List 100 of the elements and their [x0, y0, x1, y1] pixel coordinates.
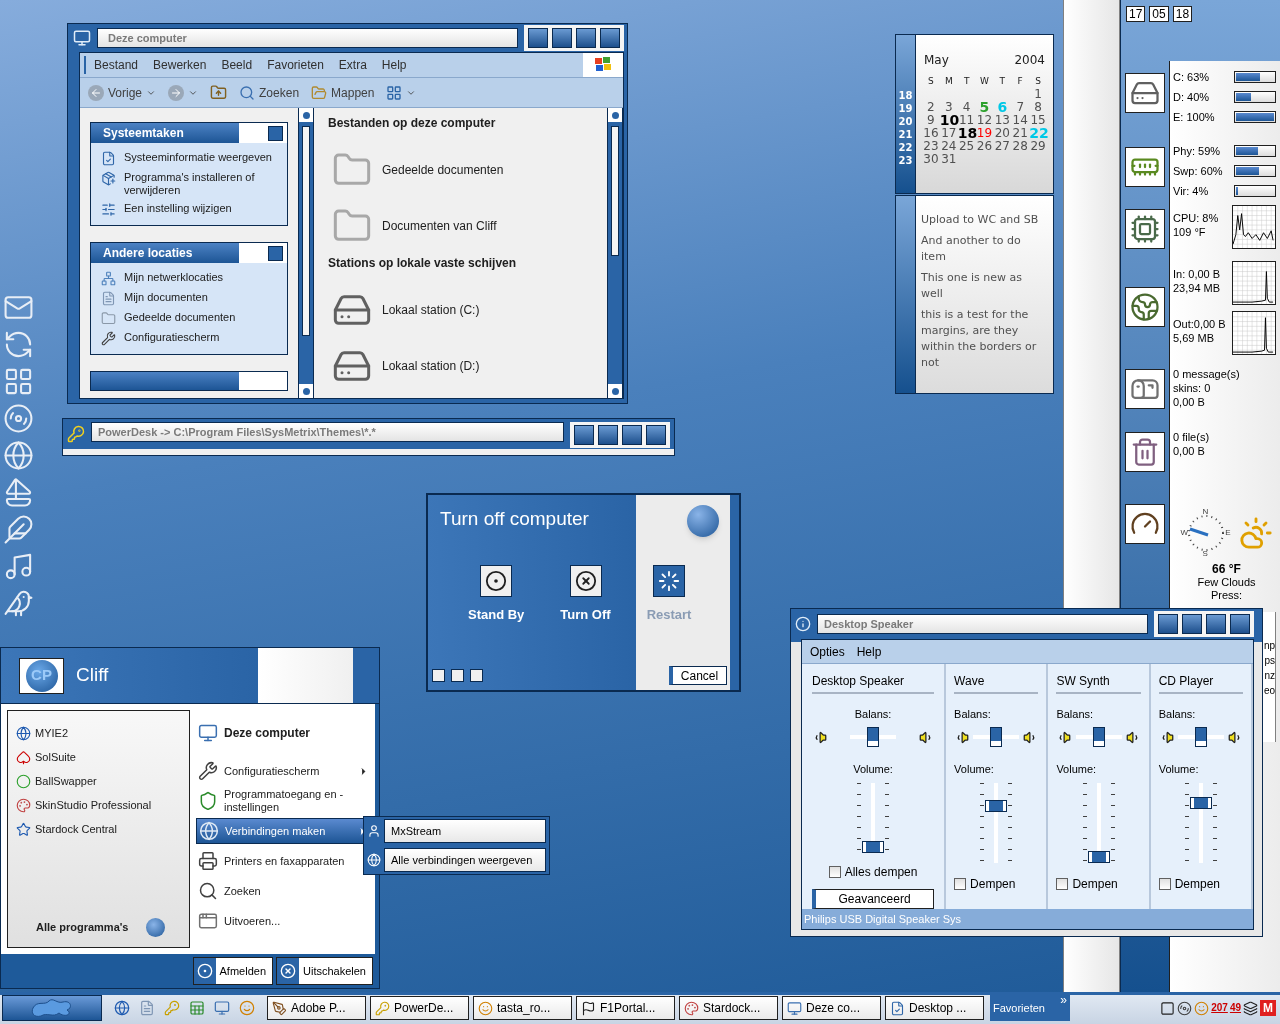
window-button[interactable]: [1158, 614, 1178, 634]
window-button[interactable]: [574, 425, 594, 445]
calendar-day[interactable]: 14: [1011, 114, 1030, 127]
feather-icon[interactable]: [3, 514, 34, 545]
globe-icon[interactable]: [114, 1000, 130, 1016]
calendar-day[interactable]: 8: [1029, 101, 1047, 114]
collapse-button[interactable]: [268, 245, 283, 261]
program-item[interactable]: SolSuite: [16, 745, 181, 769]
calendar-day[interactable]: 4: [957, 101, 976, 114]
sailboat-icon[interactable]: [3, 477, 34, 508]
menu-item[interactable]: Opties: [810, 642, 845, 661]
slider-thumb[interactable]: [1092, 726, 1105, 747]
window-button[interactable]: [1182, 614, 1202, 634]
power-button[interactable]: Uitschakelen: [276, 957, 373, 985]
menu-item[interactable]: Extra: [338, 56, 367, 74]
menu-item[interactable]: Beeld: [221, 56, 253, 74]
menu-item[interactable]: Bestand: [94, 56, 139, 74]
power-option[interactable]: Stand By: [468, 565, 525, 625]
todo-item[interactable]: This one is new as well: [921, 270, 1039, 302]
calendar-day[interactable]: 16: [922, 127, 940, 140]
calendar-day[interactable]: 17: [939, 127, 958, 140]
calendar-day[interactable]: 28: [1011, 140, 1030, 153]
tray-badge[interactable]: M: [1260, 1000, 1276, 1016]
all-programs-button[interactable]: Alle programma's: [16, 918, 181, 937]
calendar-day[interactable]: 26: [975, 140, 994, 153]
taskbar-button[interactable]: tasta_ro...: [473, 996, 572, 1020]
calendar-day[interactable]: 20: [993, 127, 1012, 140]
task-link[interactable]: Programma's installeren of verwijderen: [101, 171, 277, 197]
calendar-day[interactable]: 30: [922, 153, 940, 166]
calendar-day[interactable]: 15: [1029, 114, 1047, 127]
file-item[interactable]: Documenten van Cliff: [328, 198, 593, 254]
bird-icon[interactable]: [3, 588, 34, 619]
calendar-day[interactable]: 2: [922, 101, 940, 114]
slider-thumb[interactable]: [1087, 851, 1110, 863]
start-menu-item[interactable]: Uitvoeren...: [196, 908, 371, 934]
todo-item[interactable]: And another to do item: [921, 233, 1039, 265]
calendar-day[interactable]: 12: [975, 114, 994, 127]
program-item[interactable]: MYIE2: [16, 721, 181, 745]
task-link[interactable]: Een instelling wijzigen: [101, 202, 277, 217]
window-button[interactable]: [1230, 614, 1250, 634]
task-link[interactable]: Gedeelde documenten: [101, 311, 277, 326]
refresh-icon[interactable]: [3, 329, 34, 360]
window-button[interactable]: [600, 28, 620, 48]
calendar-day[interactable]: 24: [939, 140, 958, 153]
power-option[interactable]: Turn Off: [560, 565, 611, 625]
power-button[interactable]: Afmelden: [192, 957, 273, 985]
mute-checkbox[interactable]: Dempen: [1158, 875, 1243, 893]
collapse-button[interactable]: [268, 125, 283, 141]
file-item[interactable]: Gedeelde documenten: [328, 142, 593, 198]
calendar-day[interactable]: 31: [939, 153, 958, 166]
layers-icon[interactable]: [1243, 1000, 1258, 1016]
menu-item[interactable]: Favorieten: [267, 56, 324, 74]
task-link[interactable]: Configuratiescherm: [101, 331, 277, 346]
window-button[interactable]: [646, 425, 666, 445]
calendar-day[interactable]: 23: [922, 140, 940, 153]
advanced-button[interactable]: Geavanceerd: [812, 889, 935, 909]
start-menu-item[interactable]: Deze computer: [196, 720, 371, 746]
slider-thumb[interactable]: [990, 726, 1003, 747]
monitor-icon[interactable]: [214, 1000, 230, 1016]
start-menu-item[interactable]: Programmatoegang en -instellingen: [196, 788, 371, 814]
program-item[interactable]: BallSwapper: [16, 769, 181, 793]
taskbar-button[interactable]: Desktop ...: [885, 996, 984, 1020]
taskbar-button[interactable]: F1Portal...: [576, 996, 675, 1020]
window-button[interactable]: [552, 28, 572, 48]
calendar-day[interactable]: 18: [957, 127, 976, 140]
taskbar-button[interactable]: PowerDe...: [370, 996, 469, 1020]
toolbar-button[interactable]: [210, 84, 228, 101]
calendar-day[interactable]: 11: [957, 114, 976, 127]
slider-thumb[interactable]: [985, 800, 1008, 812]
window-button[interactable]: [622, 425, 642, 445]
task-link[interactable]: Mijn documenten: [101, 291, 277, 306]
todo-item[interactable]: this is a test for the margins, are they within the borders or not: [921, 307, 1039, 371]
mute-checkbox[interactable]: Alles dempen: [828, 863, 918, 881]
task-link[interactable]: Systeeminformatie weergeven: [101, 151, 277, 166]
slider-thumb[interactable]: [1194, 726, 1207, 747]
calendar-day[interactable]: 10: [939, 114, 958, 127]
program-item[interactable]: SkinStudio Professional: [16, 793, 181, 817]
overflow-button[interactable]: »: [1060, 995, 1067, 1005]
mute-checkbox[interactable]: Dempen: [954, 875, 1039, 893]
slider-thumb[interactable]: [862, 840, 885, 853]
todo-item[interactable]: Upload to WC and SB: [921, 212, 1039, 228]
window-button[interactable]: [528, 28, 548, 48]
task-link[interactable]: Mijn netwerklocaties: [101, 271, 277, 286]
program-item[interactable]: Stardock Central: [16, 817, 181, 841]
calendar-day[interactable]: 7: [1011, 101, 1030, 114]
window-button[interactable]: [576, 28, 596, 48]
start-button[interactable]: [2, 995, 102, 1021]
scrollbar[interactable]: [298, 108, 314, 398]
menu-item[interactable]: Help: [856, 642, 882, 661]
cancel-button[interactable]: Cancel: [669, 666, 727, 685]
toolbar-button[interactable]: [386, 84, 417, 101]
start-menu-item[interactable]: Zoeken: [196, 878, 371, 904]
calendar-day[interactable]: 1: [1029, 88, 1047, 101]
calendar-day[interactable]: 3: [939, 101, 958, 114]
slider-thumb[interactable]: [1189, 796, 1212, 809]
calendar-day[interactable]: 27: [993, 140, 1012, 153]
window-button[interactable]: [598, 425, 618, 445]
file-item[interactable]: Lokaal station (C:): [328, 282, 593, 338]
toolbar-button[interactable]: Mappen: [311, 83, 375, 102]
toolbar-button[interactable]: Vorige: [88, 83, 157, 102]
